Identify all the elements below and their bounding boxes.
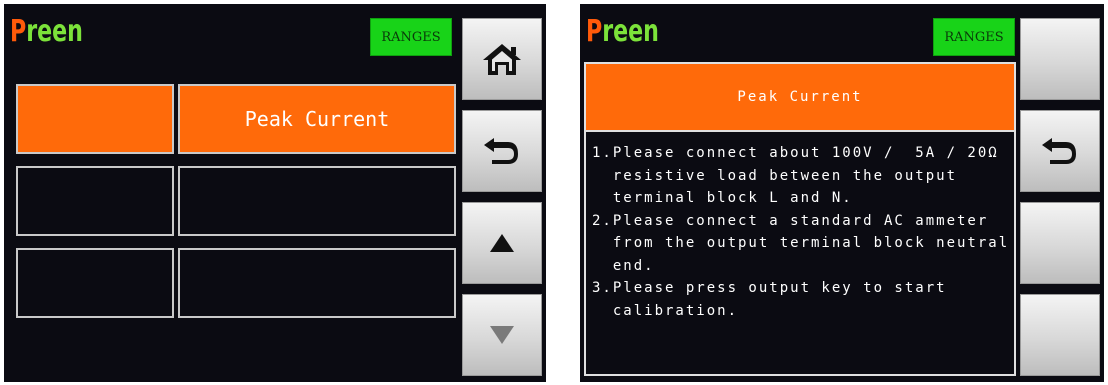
- right-screen: Preen RANGES Peak Current 1.Please conne…: [580, 4, 1104, 382]
- grid-cell-right-3[interactable]: [178, 248, 456, 318]
- instruction-line: end.: [592, 257, 655, 274]
- blank-side-button-4[interactable]: [1020, 294, 1100, 376]
- ranges-button[interactable]: RANGES: [370, 18, 452, 56]
- back-button[interactable]: [462, 110, 542, 192]
- instruction-line: 1.Please connect about 100V / 5A / 20Ω: [592, 145, 999, 161]
- back-arrow-icon: [484, 138, 518, 164]
- back-arrow-icon: [1042, 138, 1076, 164]
- blank-side-button-1[interactable]: [1020, 18, 1100, 100]
- home-icon: [483, 44, 521, 75]
- instruction-line: 2.Please connect a standard AC ammeter: [592, 212, 989, 229]
- grid-cell-peak-current[interactable]: Peak Current: [178, 84, 456, 154]
- grid-cell-left-1[interactable]: [16, 84, 174, 154]
- grid-cell-left-3[interactable]: [16, 248, 174, 318]
- brand-logo: Preen: [586, 14, 659, 49]
- panel-title: Peak Current: [584, 62, 1016, 132]
- instruction-line: calibration.: [592, 302, 739, 319]
- up-arrow-icon: [490, 234, 514, 252]
- grid-cell-right-2[interactable]: [178, 166, 456, 236]
- blank-side-button-3[interactable]: [1020, 202, 1100, 284]
- instructions-panel: 1.Please connect about 100V / 5A / 20Ω r…: [584, 132, 1016, 376]
- home-button[interactable]: [462, 18, 542, 100]
- instruction-line: from the output terminal block neutral: [592, 235, 1010, 251]
- scroll-up-button[interactable]: [462, 202, 542, 284]
- scroll-down-button[interactable]: [462, 294, 542, 376]
- left-screen: Preen RANGES Peak Current: [4, 4, 546, 382]
- ranges-button[interactable]: RANGES: [933, 18, 1015, 56]
- instruction-line: 3.Please press output key to start: [592, 280, 947, 296]
- back-button[interactable]: [1020, 110, 1100, 192]
- grid-cell-left-2[interactable]: [16, 166, 174, 236]
- brand-logo: Preen: [10, 14, 83, 49]
- instruction-line: resistive load between the output: [592, 167, 958, 184]
- down-arrow-icon: [490, 326, 514, 344]
- instruction-line: terminal block L and N.: [592, 190, 853, 206]
